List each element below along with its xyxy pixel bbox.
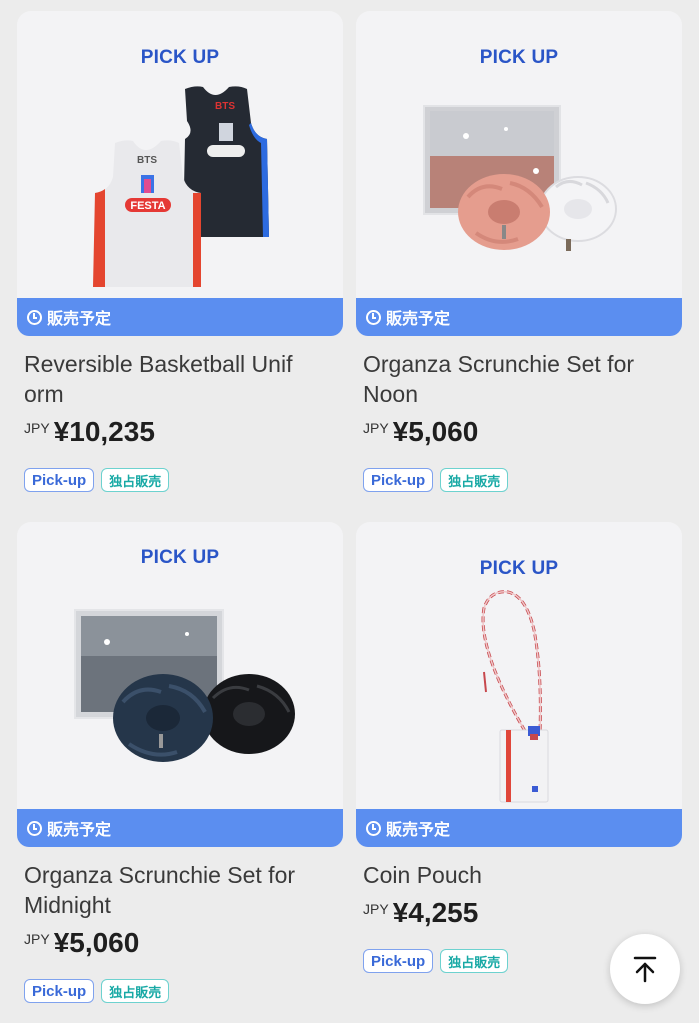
clock-icon: [27, 820, 42, 836]
pickup-label: PICK UP: [479, 558, 559, 579]
tag-list: Pick-up 独占販売: [24, 468, 170, 492]
product-name-line-1: Reversible Basketball Unif: [24, 351, 293, 377]
jersey-logo-text: FESTA: [130, 200, 165, 212]
pickup-label: PICK UP: [479, 47, 559, 68]
product-image-basketball-uniform[interactable]: PICK UP BTS BTS FESTA: [17, 11, 343, 309]
product-card-organza-midnight[interactable]: PICK UP 販売予定 Organza Scrunchie Set for M…: [17, 522, 343, 1023]
product-price: JPY ¥4,255: [363, 897, 478, 929]
price-amount: ¥10,235: [53, 416, 155, 447]
pickup-label: PICK UP: [140, 547, 220, 568]
product-name[interactable]: Coin Pouch: [363, 860, 681, 890]
clock-icon: [366, 309, 381, 325]
product-card-basketball-uniform[interactable]: PICK UP BTS BTS FESTA 販売予定 Reversible Ba…: [17, 11, 343, 501]
product-name-line-1: Organza Scrunchie Set for: [24, 862, 296, 888]
status-label: 販売予定: [47, 820, 112, 839]
product-name[interactable]: Organza Scrunchie Set for Midnight: [24, 860, 342, 920]
product-name[interactable]: Organza Scrunchie Set for Noon: [363, 349, 681, 409]
status-bar: 販売予定: [356, 809, 682, 847]
status-label: 販売予定: [386, 309, 451, 328]
tag-pickup: Pick-up: [363, 468, 434, 492]
pickup-label: PICK UP: [140, 47, 220, 68]
product-price: JPY ¥5,060: [363, 416, 478, 448]
arrow-up-to-top-icon: [633, 956, 657, 983]
currency-label: JPY: [363, 901, 389, 917]
jersey-back-text: BTS: [215, 101, 235, 112]
price-amount: ¥4,255: [392, 897, 479, 928]
currency-label: JPY: [363, 420, 389, 436]
product-name-line-1: Organza Scrunchie Set for: [363, 351, 635, 377]
product-image-coin-pouch[interactable]: PICK UP: [356, 522, 682, 820]
svg-text:BTS: BTS: [137, 155, 157, 166]
tag-exclusive: 独占販売: [101, 979, 170, 1003]
product-price: JPY ¥10,235: [24, 416, 155, 448]
tag-exclusive: 独占販売: [440, 468, 509, 492]
tag-exclusive: 独占販売: [440, 949, 509, 973]
tag-pickup: Pick-up: [24, 468, 95, 492]
price-amount: ¥5,060: [392, 416, 479, 447]
status-label: 販売予定: [386, 820, 451, 839]
tag-exclusive: 独占販売: [101, 468, 170, 492]
currency-label: JPY: [24, 931, 50, 947]
status-bar: 販売予定: [356, 298, 682, 336]
status-bar: 販売予定: [17, 809, 343, 847]
product-card-organza-noon[interactable]: PICK UP 販売予定 Organza Scrunchie Set for N…: [356, 11, 682, 501]
tag-pickup: Pick-up: [363, 949, 434, 973]
price-amount: ¥5,060: [53, 927, 140, 958]
status-bar: 販売予定: [17, 298, 343, 336]
product-image-organza-midnight[interactable]: PICK UP: [17, 522, 343, 820]
status-label: 販売予定: [47, 309, 112, 328]
product-name-line-2: orm: [24, 381, 64, 407]
product-image-organza-noon[interactable]: PICK UP: [356, 11, 682, 309]
product-price: JPY ¥5,060: [24, 927, 139, 959]
product-grid: PICK UP BTS BTS FESTA 販売予定 Reversible Ba…: [0, 0, 699, 1023]
product-name-line-2: Midnight: [24, 892, 111, 918]
currency-label: JPY: [24, 420, 50, 436]
tag-list: Pick-up 独占販売: [24, 979, 170, 1003]
tag-list: Pick-up 独占販売: [363, 468, 509, 492]
scroll-to-top-button[interactable]: [610, 934, 680, 1004]
product-name-line-2: Noon: [363, 381, 418, 407]
product-name[interactable]: Reversible Basketball Unif orm: [24, 349, 342, 409]
clock-icon: [27, 309, 42, 325]
tag-list: Pick-up 独占販売: [363, 949, 509, 973]
product-name-line-1: Coin Pouch: [363, 862, 482, 888]
tag-pickup: Pick-up: [24, 979, 95, 1003]
clock-icon: [366, 820, 381, 836]
